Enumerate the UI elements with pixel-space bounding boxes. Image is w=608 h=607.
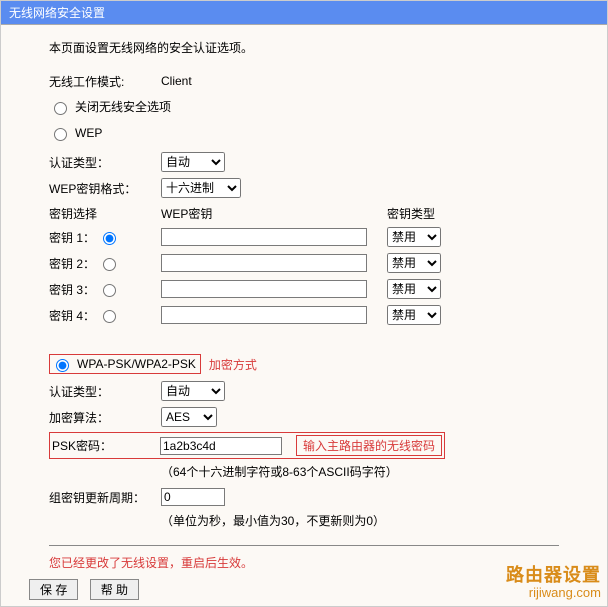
- wep-format-label: WEP密钥格式：: [49, 180, 161, 197]
- wep-auth-label: 认证类型：: [49, 154, 161, 171]
- wep-key2-input[interactable]: [161, 254, 367, 272]
- wep-key4-radio[interactable]: [103, 310, 116, 323]
- wep-key3-label: 密钥 3：: [49, 281, 95, 298]
- wep-key2-type-select[interactable]: 禁用: [387, 253, 441, 273]
- wep-header-keytype: 密钥类型: [387, 205, 435, 222]
- save-button[interactable]: 保 存: [29, 579, 78, 600]
- wpa-auth-select[interactable]: 自动: [161, 381, 225, 401]
- wep-key3-radio[interactable]: [103, 284, 116, 297]
- wireless-mode-label: 无线工作模式:: [49, 73, 161, 90]
- psk-label: PSK密码：: [52, 437, 160, 454]
- intro-text: 本页面设置无线网络的安全认证选项。: [49, 39, 589, 56]
- wep-key3-input[interactable]: [161, 280, 367, 298]
- wep-format-select[interactable]: 十六进制: [161, 178, 241, 198]
- wep-key1-radio[interactable]: [103, 232, 116, 245]
- wep-key4-type-select[interactable]: 禁用: [387, 305, 441, 325]
- wep-key2-label: 密钥 2：: [49, 255, 95, 272]
- restart-warning: 您已经更改了无线设置，重启后生效。: [49, 554, 589, 571]
- wpa-annotation: 加密方式: [209, 356, 257, 373]
- radio-wpa-psk[interactable]: [56, 359, 69, 372]
- wep-key4-input[interactable]: [161, 306, 367, 324]
- wep-key1-input[interactable]: [161, 228, 367, 246]
- separator: [49, 545, 559, 546]
- wep-auth-select[interactable]: 自动: [161, 152, 225, 172]
- group-key-hint: （单位为秒，最小值为30，不更新则为0）: [161, 512, 589, 529]
- wep-header-keyselect: 密钥选择: [49, 205, 161, 222]
- group-key-label: 组密钥更新周期：: [49, 489, 161, 506]
- wpa-algo-label: 加密算法：: [49, 409, 161, 426]
- wep-header-wepkey: WEP密钥: [161, 205, 387, 222]
- option-wep-label: WEP: [75, 126, 102, 140]
- wpa-auth-label: 认证类型：: [49, 383, 161, 400]
- wep-key3-type-select[interactable]: 禁用: [387, 279, 441, 299]
- option-disable-label: 关闭无线安全选项: [75, 98, 171, 115]
- help-button[interactable]: 帮 助: [90, 579, 139, 600]
- wep-key1-label: 密钥 1：: [49, 229, 95, 246]
- radio-disable-security[interactable]: [54, 102, 67, 115]
- wep-key2-radio[interactable]: [103, 258, 116, 271]
- radio-wep[interactable]: [54, 128, 67, 141]
- psk-annotation: 输入主路由器的无线密码: [296, 435, 442, 456]
- psk-input[interactable]: [160, 437, 282, 455]
- wpa-algo-select[interactable]: AES: [161, 407, 217, 427]
- option-wpa-label: WPA-PSK/WPA2-PSK: [77, 357, 196, 371]
- wep-key1-type-select[interactable]: 禁用: [387, 227, 441, 247]
- window-title: 无线网络安全设置: [1, 1, 607, 25]
- psk-hint: （64个十六进制字符或8-63个ASCII码字符）: [161, 463, 589, 480]
- group-key-input[interactable]: [161, 488, 225, 506]
- wep-key4-label: 密钥 4：: [49, 307, 95, 324]
- wireless-mode-value: Client: [161, 74, 192, 88]
